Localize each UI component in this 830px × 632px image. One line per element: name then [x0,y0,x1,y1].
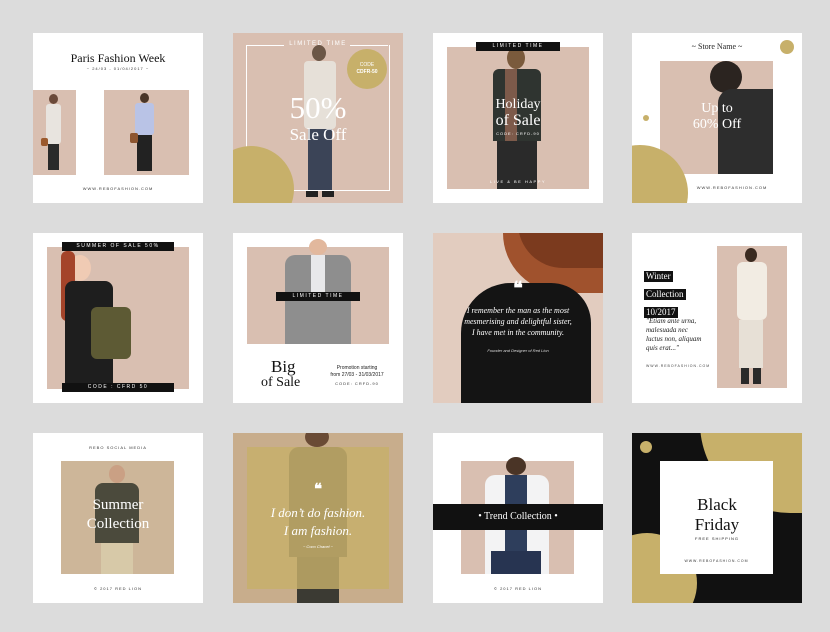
paris-dates: ~ 24/03 - 01/04/2017 ~ [86,66,150,71]
card-summer-collection[interactable]: REBO SOCIAL MEDIA Summer Collection © 20… [33,433,203,603]
paris-photo-right [104,90,189,175]
store-url: WWW.REBOFASHION.COM [696,185,768,190]
big-sale-code: CODE: CRFD-90 [335,381,379,386]
bf-gold-dot [640,441,652,453]
big-sale-limited: LIMITED TIME [276,292,360,301]
holiday-top-label: LIMITED TIME [476,42,560,51]
big-sale-promo2: from 27/03 - 31/03/2017 [330,372,384,378]
summer-sale-top: SUMMER OF SALE 50% [62,242,174,251]
quote-line3: I have met in the community. [472,328,564,337]
card-trend-collection[interactable]: • Trend Collection • © 2017 RED LION [433,433,603,603]
store-name: ~ Store Name ~ [691,42,743,51]
card-50-sale[interactable]: LIMITED TIME CODE CDFR-50 50% Sale Off [233,33,403,203]
sale50-code-badge: CODE CDFR-50 [347,49,387,89]
trend-footer: © 2017 RED LION [494,586,542,591]
holiday-code: CODE: CRFD-90 [496,131,540,136]
sale50-code: CDFR-50 [356,69,378,75]
holiday-title-2: of Sale [495,112,541,129]
store-dot-top [780,40,794,54]
dont-do-quote-icon: ❝ [313,480,323,498]
card-holiday-sale[interactable]: LIMITED TIME Holiday of Sale CODE: CRFD-… [433,33,603,203]
quote-author: Founder and Designer of Red Lion [487,348,549,353]
card-summer-sale[interactable]: SUMMER OF SALE 50% CODE : CFRD 50 [33,233,203,403]
quote-line2: mesmerising and delightful sister, [464,317,572,326]
quote-line1: I remember the man as the most [466,306,570,315]
dont-do-line2: I am fashion. [283,523,353,538]
winter-line1: Winter [644,271,673,282]
store-dot-left [643,115,649,121]
card-big-sale[interactable]: LIMITED TIME Big of Sale Promotion start… [233,233,403,403]
paris-photo-left [33,90,76,175]
summer-collection-top: REBO SOCIAL MEDIA [89,445,147,450]
winter-q2: malesuada nec [646,326,688,334]
holiday-title-1: Holiday [495,97,541,112]
winter-quote: "Etiam ante urna, malesuada nec luctus n… [646,317,701,353]
big-sale-promo1: Promotion starting [336,365,378,371]
card-winter-collection[interactable]: Winter Collection 10/2017 "Etiam ante ur… [632,233,802,403]
trend-label: • Trend Collection • [478,511,558,522]
winter-url: WWW.REBOFASHION.COM [646,364,711,368]
holiday-footer: LIVE & BE HAPPY [489,179,547,184]
card-store-60-off[interactable]: ~ Store Name ~ Up to 60% Off WWW.REBOFAS… [632,33,802,203]
card-dont-do-fashion[interactable]: ❝ I don’t do fashion. I am fashion. ~ Co… [233,433,403,603]
card-paris-fashion-week[interactable]: Paris Fashion Week ~ 24/03 - 01/04/2017 … [33,33,203,203]
sale50-top-label: LIMITED TIME [289,41,347,47]
summer-sale-code: CODE : CFRD 50 [62,383,174,392]
big-sale-big: Big [271,357,296,376]
quote-mark-icon: ❝ [513,278,523,299]
store-line2: 60% Off [692,117,742,132]
winter-q1: "Etiam ante urna, [646,317,697,325]
summer-collection-line1: Summer [92,497,144,513]
quote-body [461,283,591,403]
paris-url: WWW.REBOFASHION.COM [82,186,154,191]
winter-heading: Winter Collection 10/2017 [644,266,686,320]
dont-do-line1: I don’t do fashion. [270,505,366,520]
big-sale-of-sale: of Sale [261,375,301,390]
bf-line2: Friday [694,515,740,534]
sale50-code-label: CODE [359,62,375,68]
card-quote[interactable]: ❝ I remember the man as the most mesmeri… [433,233,603,403]
summer-sale-photo [47,247,189,389]
winter-q4: quis erat..." [646,344,679,352]
sale50-percent: 50% [289,90,347,125]
summer-collection-footer: © 2017 RED LION [94,586,142,591]
store-line1: Up to [701,101,733,116]
bf-free-shipping: FREE SHIPPING [695,536,739,541]
winter-line2: Collection [644,289,686,300]
card-black-friday[interactable]: Black Friday FREE SHIPPING WWW.REBOFASHI… [632,433,802,603]
bf-url: WWW.REBOFASHION.COM [684,559,749,563]
winter-photo [717,246,787,388]
summer-collection-line2: Collection [86,516,150,532]
paris-title: Paris Fashion Week [70,51,166,65]
sale50-sale-off: Sale Off [289,125,347,144]
winter-q3: luctus non, aliquam [646,335,702,343]
bf-line1: Black [697,495,737,514]
dont-do-author: ~ Coco Chanel ~ [302,544,334,549]
